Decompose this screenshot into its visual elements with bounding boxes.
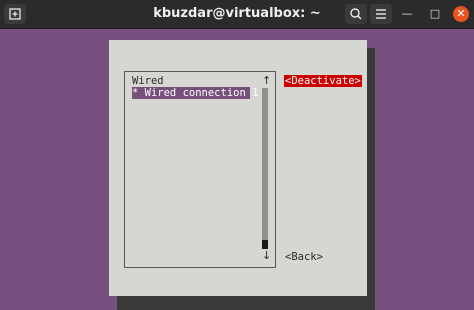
hamburger-menu-icon (376, 9, 386, 19)
scroll-up-arrow-icon[interactable]: ↑ (262, 75, 271, 87)
scrollbar-track[interactable] (262, 88, 268, 240)
search-button[interactable] (345, 4, 367, 24)
menu-button[interactable] (370, 4, 392, 24)
connection-list[interactable] (124, 71, 276, 268)
scroll-down-arrow-icon[interactable]: ↓ (262, 250, 271, 262)
search-icon (350, 8, 362, 20)
connection-item-wired-1[interactable]: * Wired connection 1 (132, 87, 258, 99)
maximize-button[interactable]: □ (427, 6, 443, 22)
dialog-shadow-right (367, 48, 375, 310)
minimize-button[interactable]: — (399, 6, 415, 22)
scrollbar-thumb[interactable] (262, 240, 268, 249)
minimize-icon: — (401, 7, 413, 20)
maximize-icon: □ (429, 7, 441, 20)
connection-type-header: Wired (132, 75, 164, 87)
deactivate-button[interactable]: <Deactivate> (284, 75, 362, 87)
title-bar: kbuzdar@virtualbox: ~ — □ ✕ (0, 0, 474, 29)
dialog-shadow-bottom (117, 296, 375, 310)
close-button[interactable]: ✕ (453, 6, 469, 22)
close-icon: ✕ (456, 7, 466, 20)
back-button[interactable]: <Back> (285, 251, 323, 263)
